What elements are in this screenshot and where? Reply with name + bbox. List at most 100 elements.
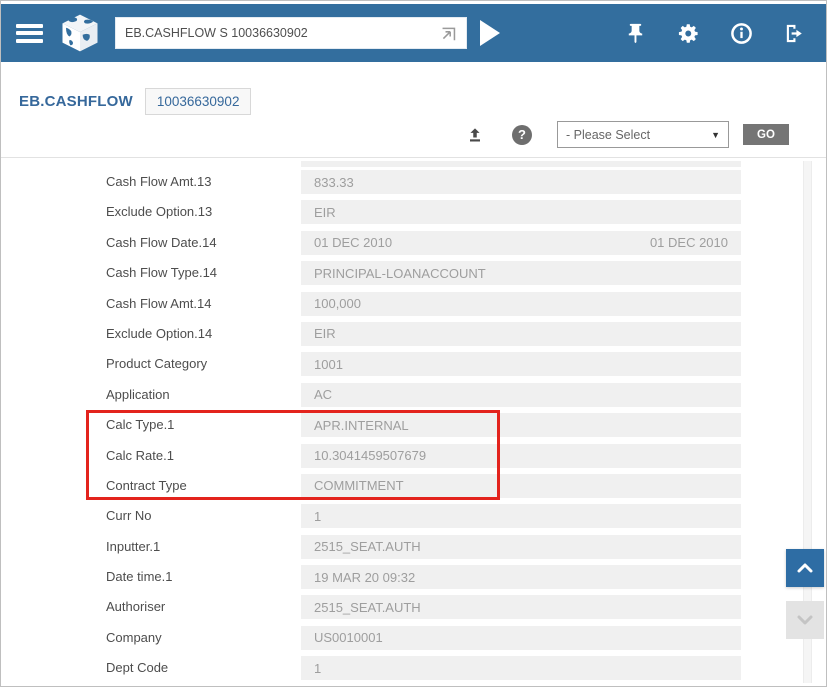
sign-out-icon[interactable] [783,22,806,45]
field-row: Dept Code 1 [1,656,826,686]
field-row: Inputter.1 2515_SEAT.AUTH [1,535,826,565]
record-content: Cash Flow Amt.13 833.33 Exclude Option.1… [1,161,826,687]
app-bar [1,4,826,62]
field-value-text: US0010001 [314,630,383,645]
record-id-badge[interactable]: 10036630902 [145,88,252,115]
field-label: Calc Rate.1 [106,444,174,468]
field-value: AC [301,383,741,407]
field-value: 1 [301,504,741,528]
field-value: COMMITMENT [301,474,741,498]
field-label: Exclude Option.14 [106,322,212,346]
field-label: Application [106,383,170,407]
field-value: 10.3041459507679 [301,444,741,468]
command-line [115,17,467,49]
partial-row-bar [301,161,741,167]
record-title: EB.CASHFLOW [19,93,133,110]
field-row: Date time.1 19 MAR 20 09:32 [1,565,826,595]
record-header: EB.CASHFLOW 10036630902 ? - Please Selec… [1,62,826,158]
field-value: 2515_SEAT.AUTH [301,595,741,619]
field-value-text: 2515_SEAT.AUTH [314,600,421,615]
field-label: Dept Code [106,656,168,680]
field-value: 19 MAR 20 09:32 [301,565,741,589]
field-label: Date time.1 [106,565,172,589]
field-value-text: EIR [314,326,336,341]
field-value-text: COMMITMENT [314,478,404,493]
field-row: Authoriser 2515_SEAT.AUTH [1,595,826,625]
field-row: Exclude Option.14 EIR [1,322,826,352]
command-input[interactable] [125,26,440,40]
field-value-text: EIR [314,205,336,220]
field-value: 100,000 [301,292,741,316]
run-play-button[interactable] [480,20,500,46]
field-row: Curr No 1 [1,504,826,534]
help-glyph: ? [518,127,526,142]
field-value: EIR [301,200,741,224]
info-circle-icon[interactable] [730,22,753,45]
upload-icon[interactable] [465,125,485,145]
field-row: Exclude Option.13 EIR [1,200,826,230]
field-label: Curr No [106,504,152,528]
menu-icon[interactable] [16,20,43,46]
scroll-down-button[interactable] [786,601,824,639]
field-value: 1 [301,656,741,680]
field-label: Authoriser [106,595,165,619]
field-value-text: 2515_SEAT.AUTH [314,539,421,554]
field-value: US0010001 [301,626,741,650]
scroll-up-button[interactable] [786,549,824,587]
field-value-text: APR.INTERNAL [314,418,409,433]
pushpin-icon[interactable] [624,22,647,45]
field-label: Cash Flow Amt.13 [106,170,212,194]
field-value: APR.INTERNAL [301,413,741,437]
field-row-highlighted: Calc Rate.1 10.3041459507679 [1,444,826,474]
field-row: Product Category 1001 [1,352,826,382]
field-row: Cash Flow Date.14 01 DEC 2010 01 DEC 2010 [1,231,826,261]
dropdown-selected-value: - Please Select [566,128,650,142]
field-label: Exclude Option.13 [106,200,212,224]
field-value-text: PRINCIPAL-LOANACCOUNT [314,266,486,281]
please-select-dropdown[interactable]: - Please Select ▼ [557,121,729,148]
field-value: 2515_SEAT.AUTH [301,535,741,559]
field-row: Cash Flow Amt.13 833.33 [1,170,826,200]
record-toolbar: ? - Please Select ▼ GO [465,121,789,148]
field-row-highlighted: Calc Type.1 APR.INTERNAL [1,413,826,443]
field-label: Product Category [106,352,207,376]
field-label: Cash Flow Amt.14 [106,292,212,316]
field-value-text: 01 DEC 2010 [314,235,392,250]
field-value-text: 10.3041459507679 [314,448,426,463]
field-value-text-right: 01 DEC 2010 [650,235,728,250]
field-label: Company [106,626,162,650]
field-value: 1001 [301,352,741,376]
field-label: Contract Type [106,474,187,498]
field-label: Cash Flow Date.14 [106,231,217,255]
go-button[interactable]: GO [743,124,789,145]
field-value: 833.33 [301,170,741,194]
app-bar-actions [624,22,811,45]
field-value: EIR [301,322,741,346]
field-value-text: 19 MAR 20 09:32 [314,570,415,585]
field-rows: Cash Flow Amt.13 833.33 Exclude Option.1… [1,170,826,687]
app-window: EB.CASHFLOW 10036630902 ? - Please Selec… [0,0,827,687]
gear-icon[interactable] [677,22,700,45]
field-value-text: 1 [314,509,321,524]
help-icon[interactable]: ? [512,125,532,145]
field-row-highlighted: Contract Type COMMITMENT [1,474,826,504]
field-value-text: 833.33 [314,175,354,190]
field-value-text: 100,000 [314,296,361,311]
field-label: Cash Flow Type.14 [106,261,217,285]
field-value-text: 1001 [314,357,343,372]
record-title-group: EB.CASHFLOW 10036630902 [19,88,251,115]
field-value-text: 1 [314,661,321,676]
field-value: PRINCIPAL-LOANACCOUNT [301,261,741,285]
field-row: Cash Flow Type.14 PRINCIPAL-LOANACCOUNT [1,261,826,291]
field-row: Company US0010001 [1,626,826,656]
globe-cube-logo-icon [59,12,101,54]
chevron-up-icon [793,556,817,580]
field-label: Calc Type.1 [106,413,174,437]
field-value: 01 DEC 2010 01 DEC 2010 [301,231,741,255]
field-row: Cash Flow Amt.14 100,000 [1,292,826,322]
dropdown-caret-icon: ▼ [711,130,720,140]
field-label: Inputter.1 [106,535,160,559]
field-row: Application AC [1,383,826,413]
chevron-down-icon [793,608,817,632]
open-in-window-icon[interactable] [440,25,457,42]
